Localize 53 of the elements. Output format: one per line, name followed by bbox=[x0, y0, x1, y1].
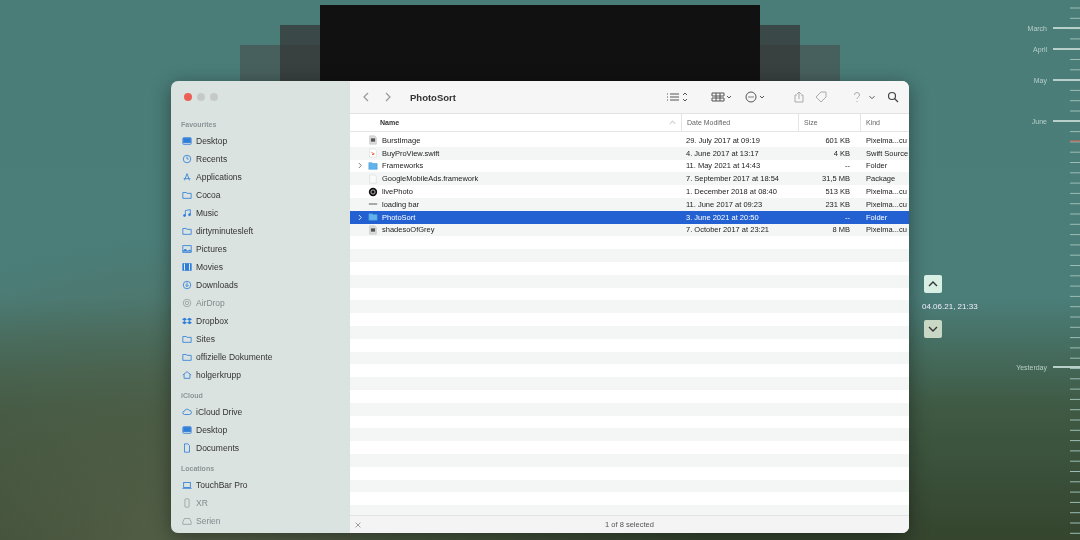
home-icon bbox=[182, 370, 192, 380]
cloud-icon bbox=[182, 407, 192, 417]
disclosure-icon[interactable] bbox=[358, 162, 363, 170]
close-button[interactable] bbox=[184, 93, 192, 101]
close-icon[interactable] bbox=[354, 520, 362, 529]
sidebar-item[interactable]: Downloads bbox=[179, 276, 342, 294]
music-icon bbox=[182, 208, 192, 218]
folder-icon bbox=[182, 190, 192, 200]
help-icon[interactable] bbox=[851, 91, 863, 103]
search-icon[interactable] bbox=[887, 91, 899, 103]
desktop-icon bbox=[182, 136, 192, 146]
backup-date: 04.06.21, 21:33 bbox=[922, 302, 978, 311]
folder-icon bbox=[368, 212, 378, 223]
sidebar-item[interactable]: Documents bbox=[179, 439, 342, 457]
laptop-icon bbox=[182, 480, 192, 490]
sidebar-item[interactable]: Desktop bbox=[179, 132, 342, 150]
airdrop-icon bbox=[182, 298, 192, 308]
apps-icon bbox=[182, 172, 192, 182]
file-icon bbox=[368, 135, 378, 146]
sidebar-item[interactable]: Sites bbox=[179, 330, 342, 348]
swift-file-icon bbox=[368, 148, 378, 159]
dropbox-icon bbox=[182, 316, 192, 326]
folder-icon bbox=[182, 226, 192, 236]
sidebar-item[interactable]: Music bbox=[179, 204, 342, 222]
up-button[interactable] bbox=[924, 275, 942, 293]
sidebar-item[interactable]: Applications bbox=[179, 168, 342, 186]
sidebar-item[interactable]: offizielle Dokumente bbox=[179, 348, 342, 366]
sidebar-item[interactable]: Dropbox bbox=[179, 312, 342, 330]
share-icon[interactable] bbox=[793, 91, 805, 103]
sidebar-item[interactable]: Recents bbox=[179, 150, 342, 168]
sidebar-item[interactable]: TouchBar Pro bbox=[179, 476, 342, 494]
movies-icon bbox=[182, 262, 192, 272]
sidebar-item[interactable]: Cocoa bbox=[179, 186, 342, 204]
clock-icon bbox=[182, 154, 192, 164]
circle-logo-icon bbox=[368, 186, 378, 197]
sidebar-item[interactable]: dirtyminutesleft bbox=[179, 222, 342, 240]
sidebar-item[interactable]: iCloud Drive bbox=[179, 403, 342, 421]
document-icon bbox=[182, 443, 192, 453]
sidebar-item[interactable]: Pictures bbox=[179, 240, 342, 258]
desktop-icon bbox=[182, 425, 192, 435]
phone-icon bbox=[182, 498, 192, 508]
drive-icon bbox=[182, 516, 192, 526]
sidebar-item[interactable]: Movies bbox=[179, 258, 342, 276]
sidebar-item[interactable]: holgerkrupp bbox=[179, 366, 342, 384]
sidebar-item[interactable]: Desktop bbox=[179, 421, 342, 439]
pictures-icon bbox=[182, 244, 192, 254]
list-view-icon[interactable] bbox=[665, 91, 689, 103]
window-title: PhotoSort bbox=[410, 91, 456, 103]
tag-icon[interactable] bbox=[815, 91, 827, 103]
download-icon bbox=[182, 280, 192, 290]
file-icon bbox=[368, 173, 378, 184]
down-button[interactable] bbox=[924, 320, 942, 338]
file-icon bbox=[368, 224, 378, 235]
